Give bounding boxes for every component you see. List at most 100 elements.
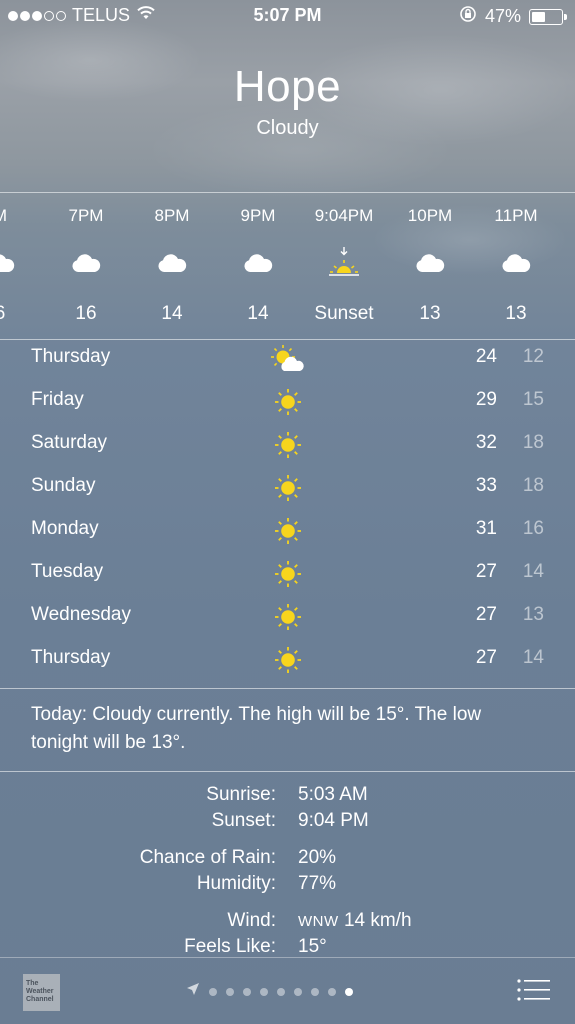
wind-value: WNW 14 km/h [298,910,412,932]
battery-percent: 47% [484,6,521,26]
today-summary: Today: Cloudy currently. The high will b… [31,704,482,753]
cloud-icon [387,245,473,281]
high-temperature: 31 [475,518,497,539]
sunset-label: Sunset: [211,810,276,831]
daily-row: Wednesday 27 13 [0,598,575,641]
divider [0,688,575,689]
bottom-toolbar: The Weather Channel [0,957,575,1024]
page-dot[interactable] [209,987,217,996]
day-name: Thursday [31,346,111,367]
sunrise-label: Sunrise: [206,784,276,805]
daily-row: Sunday 33 18 [0,469,575,512]
daily-row: Saturday 32 18 [0,426,575,469]
daily-row: Tuesday 27 14 [0,555,575,598]
hour-temperature: 16 [75,303,97,324]
high-temperature: 29 [475,389,497,410]
low-temperature: 16 [522,518,544,539]
page-dot[interactable] [294,987,302,996]
page-dot[interactable] [260,987,268,996]
rain-label: Chance of Rain: [139,847,276,868]
day-name: Monday [31,518,99,539]
low-temperature: 12 [522,346,544,367]
rotation-lock-icon [459,5,477,28]
wind-label: Wind: [227,910,276,931]
low-temperature: 13 [522,604,544,625]
hour-label: 8PM [154,206,190,225]
low-temperature: 15 [522,389,544,410]
hour-label: 9:04PM [314,206,374,225]
daily-row: Monday 31 16 [0,512,575,555]
feels-like-value: 15° [298,936,327,952]
current-condition: Cloudy [256,117,319,139]
low-temperature: 14 [522,647,544,668]
status-bar: TELUS 5:07 PM 47% [0,0,575,32]
sun-icon [268,514,308,548]
cloud-icon [473,245,559,281]
hour-temperature: 13 [505,303,527,324]
high-temperature: 27 [475,561,497,582]
status-right: 47% [459,5,567,28]
hour-label: 11PM [494,206,538,225]
wind-row: Wind: WNW 14 km/h [0,910,575,936]
divider [0,771,575,772]
hourly-forecast[interactable]: M 6 7PM 16 8PM 14 9PM 14 9:04PM Sunset 10PM 13 11PM 1… [0,193,575,339]
cloud-icon [215,245,301,281]
low-temperature: 18 [522,432,544,453]
page-dot[interactable] [226,987,234,996]
hour-temperature: 13 [419,303,441,324]
rain-value: 20% [298,847,337,868]
sun-icon [268,643,308,677]
humidity-label: Humidity: [196,873,276,894]
wind-direction: WNW [298,913,339,930]
partly-cloudy-icon [268,342,308,376]
page-indicator[interactable] [186,982,353,1001]
low-temperature: 14 [522,561,544,582]
weather-details: Sunrise: 5:03 AM Sunset: 9:04 PM Chance … [0,782,575,952]
hour-label: M [0,206,43,226]
sunrise-row: Sunrise: 5:03 AM [0,784,575,810]
day-name: Sunday [31,475,96,496]
cloud-icon [559,245,575,281]
high-temperature: 27 [475,604,497,625]
list-icon[interactable] [517,978,551,1002]
sun-icon [268,471,308,505]
location-arrow-icon [186,982,200,1001]
hour-temperature: 6 [0,303,43,325]
hour-temperature: Sunset [314,303,374,324]
page-dot[interactable] [277,987,285,996]
daily-row: Friday 29 15 [0,383,575,426]
city-name: Hope [233,62,342,111]
sunset-icon [301,245,387,281]
page-dot[interactable] [345,987,353,996]
high-temperature: 33 [475,475,497,496]
page-dot[interactable] [311,987,319,996]
cloud-icon [43,245,129,281]
weather-channel-logo[interactable]: The Weather Channel [23,974,60,1011]
sun-icon [268,385,308,419]
hour-label: 7PM [68,206,104,225]
hour-temperature: 14 [247,303,269,324]
low-temperature: 18 [522,475,544,496]
sun-icon [268,557,308,591]
day-name: Friday [31,389,84,410]
sun-icon [268,600,308,634]
high-temperature: 24 [475,346,497,367]
day-name: Saturday [31,432,108,453]
battery-icon [529,8,567,25]
day-name: Tuesday [31,561,104,582]
high-temperature: 27 [475,647,497,668]
hour-temperature: 14 [161,303,183,324]
day-name: Thursday [31,647,111,668]
sun-icon [268,428,308,462]
wind-speed: 14 km/h [343,910,412,931]
cloud-icon [129,245,215,281]
sunset-value: 9:04 PM [298,810,369,831]
high-temperature: 32 [475,432,497,453]
page-dot[interactable] [328,987,336,996]
sunset-row: Sunset: 9:04 PM [0,810,575,836]
feels-like-label: Feels Like: [184,936,276,952]
hour-label: 1 [559,206,575,226]
daily-row: Thursday 27 14 [0,641,575,684]
page-dot[interactable] [243,987,251,996]
daily-forecast: Thursday 24 12 Friday 29 15 Saturday 32 18 Sunday… [0,340,575,684]
